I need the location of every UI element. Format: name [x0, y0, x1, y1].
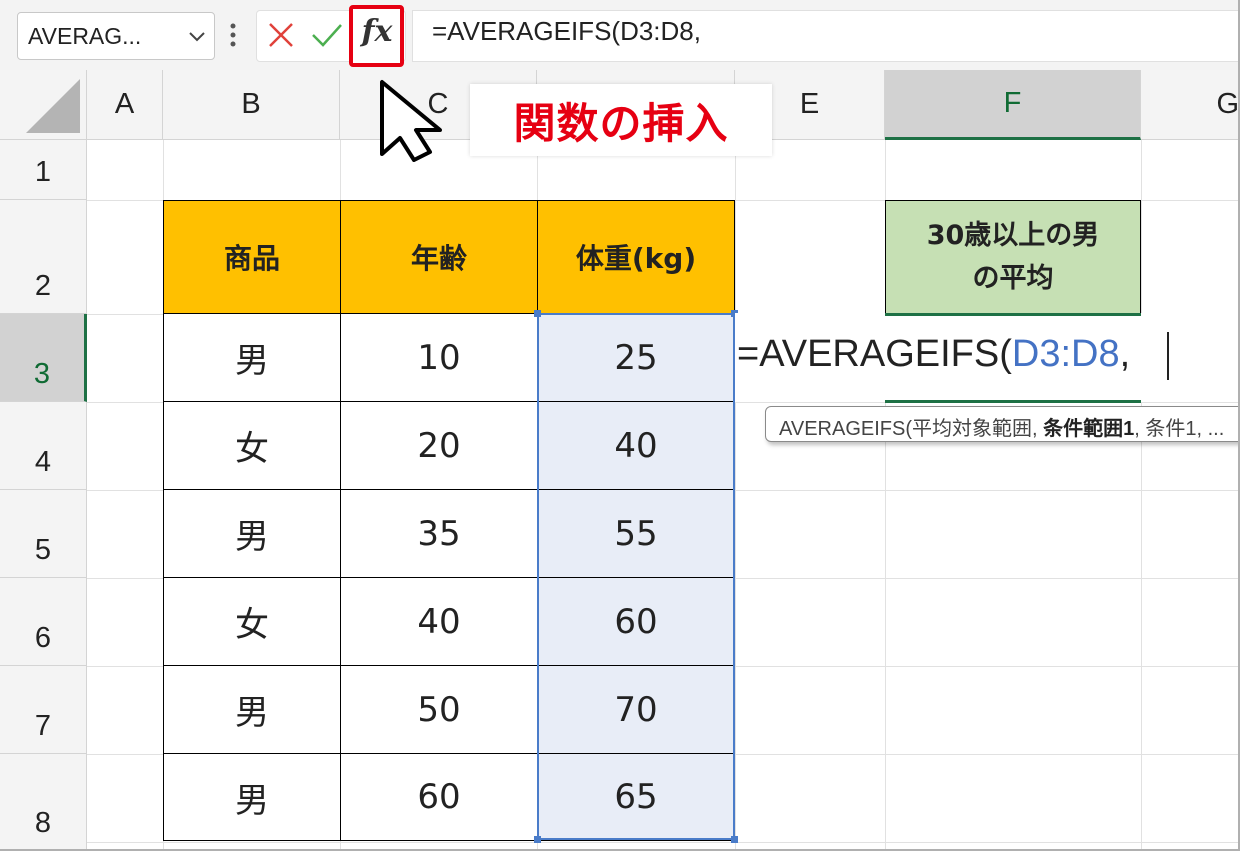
table-cell[interactable]: 男 — [163, 753, 341, 841]
table-cell[interactable]: 20 — [340, 401, 538, 490]
range-handle[interactable] — [534, 836, 541, 843]
table-cell[interactable]: 70 — [537, 665, 735, 754]
row-header-5[interactable]: 5 — [0, 490, 87, 578]
mouse-pointer-icon — [380, 80, 442, 162]
result-label-cell[interactable]: 30歳以上の男 の平均 — [885, 200, 1141, 314]
result-label-line-2: の平均 — [972, 263, 1054, 294]
in-cell-formula: =AVERAGEIFS(D3:D8, — [737, 333, 1130, 376]
row-header-7[interactable]: 7 — [0, 666, 87, 754]
table-cell[interactable]: 35 — [340, 489, 538, 578]
table-cell[interactable]: 65 — [537, 753, 735, 841]
table-cell[interactable]: 50 — [340, 665, 538, 754]
table-cell[interactable]: 男 — [163, 313, 341, 402]
row-header-6[interactable]: 6 — [0, 578, 87, 666]
table-cell[interactable]: 40 — [537, 401, 735, 490]
table-cell[interactable]: 60 — [537, 577, 735, 666]
formula-suffix: , — [1119, 333, 1131, 375]
active-cell-border — [885, 313, 1141, 316]
table-cell[interactable]: 60 — [340, 753, 538, 841]
table-header-age[interactable]: 年齢 — [340, 200, 538, 314]
row-header-4[interactable]: 4 — [0, 402, 87, 490]
cancel-icon[interactable] — [266, 20, 296, 50]
select-all-triangle-icon — [26, 79, 80, 133]
name-box[interactable]: AVERAG... — [17, 12, 215, 60]
table-header-product[interactable]: 商品 — [163, 200, 341, 314]
gridline — [1141, 140, 1142, 851]
name-box-value: AVERAG... — [28, 23, 142, 49]
chevron-down-icon[interactable] — [186, 25, 208, 47]
active-cell-border — [885, 400, 1141, 403]
tooltip-remaining-args: , 条件1, ... — [1134, 418, 1225, 440]
row-header-3[interactable]: 3 — [0, 314, 87, 402]
annotation-callout: 関数の挿入 — [470, 84, 772, 156]
table-cell[interactable]: 女 — [163, 401, 341, 490]
column-header-g[interactable]: G — [1141, 70, 1240, 140]
table-cell[interactable]: 女 — [163, 577, 341, 666]
result-label-line-1: 30歳以上の男 — [926, 219, 1100, 251]
table-cell[interactable]: 男 — [163, 665, 341, 754]
table-cell[interactable]: 40 — [340, 577, 538, 666]
column-header-b[interactable]: B — [163, 70, 340, 140]
row-header-1[interactable]: 1 — [0, 140, 87, 200]
table-header-weight[interactable]: 体重(kg) — [537, 200, 735, 314]
fx-icon[interactable]: fx — [360, 14, 394, 49]
formula-text: =AVERAGEIFS(D3:D8, — [432, 16, 701, 46]
table-cell[interactable]: 55 — [537, 489, 735, 578]
formula-range-reference: D3:D8 — [1011, 333, 1120, 375]
gridline — [87, 842, 1240, 843]
column-header-f[interactable]: F — [885, 70, 1141, 140]
column-header-a[interactable]: A — [87, 70, 163, 140]
formula-prefix: =AVERAGEIFS( — [737, 333, 1012, 375]
function-argument-tooltip[interactable]: AVERAGEIFS(平均対象範囲, 条件範囲1, 条件1, ... — [765, 406, 1240, 442]
table-cell[interactable]: 25 — [537, 313, 735, 402]
row-header-2[interactable]: 2 — [0, 200, 87, 314]
row-header-8[interactable]: 8 — [0, 754, 87, 851]
text-caret — [1167, 332, 1169, 380]
enter-check-icon[interactable] — [310, 20, 344, 50]
table-cell[interactable]: 10 — [340, 313, 538, 402]
more-options-icon[interactable] — [228, 20, 238, 50]
select-all-corner[interactable] — [0, 70, 87, 140]
tooltip-function: AVERAGEIFS(平均対象範囲, — [779, 418, 1044, 440]
range-handle[interactable] — [534, 310, 541, 317]
tooltip-current-argument: 条件範囲1 — [1043, 418, 1135, 440]
range-handle[interactable] — [731, 836, 738, 843]
table-cell[interactable]: 男 — [163, 489, 341, 578]
gridline — [735, 140, 736, 851]
